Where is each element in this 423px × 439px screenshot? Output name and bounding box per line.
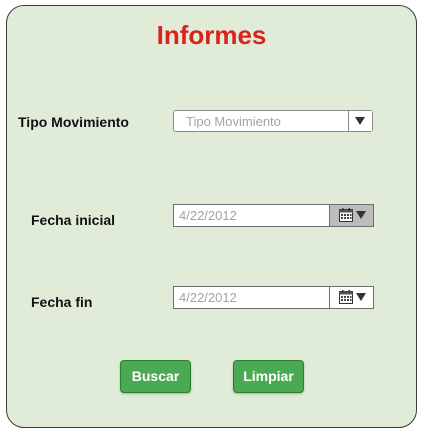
dropdown-button[interactable] bbox=[348, 111, 372, 131]
clear-button[interactable]: Limpiar bbox=[233, 360, 304, 393]
calendar-icon bbox=[339, 290, 353, 304]
chevron-down-icon bbox=[356, 293, 366, 301]
tipo-movimiento-select[interactable]: Tipo Movimiento bbox=[173, 110, 373, 132]
fecha-fin-calendar-button[interactable] bbox=[329, 287, 373, 308]
tipo-movimiento-label: Tipo Movimiento bbox=[18, 114, 129, 130]
chevron-down-icon bbox=[355, 117, 365, 125]
fecha-inicial-label: Fecha inicial bbox=[31, 212, 116, 228]
report-panel: Informes Tipo Movimiento Tipo Movimiento… bbox=[6, 5, 417, 428]
page-title: Informes bbox=[156, 20, 267, 50]
fecha-fin-label: Fecha fin bbox=[31, 294, 93, 310]
fecha-fin-field[interactable] bbox=[173, 286, 374, 309]
search-button[interactable]: Buscar bbox=[120, 360, 191, 393]
fecha-fin-input[interactable] bbox=[174, 287, 329, 308]
fecha-inicial-field[interactable] bbox=[173, 204, 374, 227]
fecha-inicial-calendar-button[interactable] bbox=[329, 205, 373, 226]
calendar-icon bbox=[339, 208, 353, 222]
tipo-movimiento-placeholder: Tipo Movimiento bbox=[186, 114, 281, 129]
fecha-inicial-input[interactable] bbox=[174, 205, 329, 226]
chevron-down-icon bbox=[356, 211, 366, 219]
